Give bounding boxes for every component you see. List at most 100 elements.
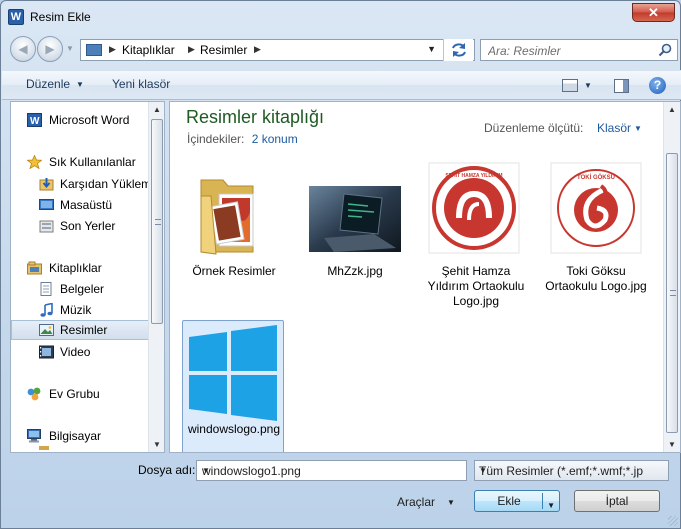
content-pane-scrollbar[interactable]: ▲ ▼ — [663, 102, 680, 452]
file-item-folder[interactable]: Örnek Resimler — [183, 160, 285, 280]
nav-item-computer[interactable]: Bilgisayar — [11, 426, 151, 446]
window-title: Resim Ekle — [30, 10, 91, 24]
desktop-icon — [39, 199, 54, 210]
scroll-up-arrow-icon[interactable]: ▲ — [149, 102, 164, 117]
new-folder-button[interactable]: Yeni klasör — [112, 77, 170, 91]
nav-item-pictures[interactable]: Resimler — [11, 320, 149, 340]
school-logo-thumbnail: TOKİ GÖKSU — [550, 162, 642, 254]
search-icon[interactable] — [658, 43, 672, 57]
chevron-down-icon[interactable]: ▼ — [202, 466, 461, 475]
documents-icon — [40, 282, 52, 296]
chevron-down-icon: ▼ — [447, 498, 455, 507]
star-icon — [27, 155, 42, 169]
file-item-toki-goksu-logo[interactable]: TOKİ GÖKSU Toki Göksu Ortaokulu Logo.jpg — [545, 160, 647, 325]
arrow-right-icon: ▶ — [45, 42, 55, 56]
homegroup-icon — [27, 387, 41, 401]
file-item-sehit-hamza-logo[interactable]: ŞEHİT HAMZA YILDIRIM Şehit Hamza Yıldırı… — [425, 160, 527, 325]
nav-item-favorites[interactable]: Sık Kullanılanlar — [11, 152, 151, 172]
nav-item-recent-places[interactable]: Son Yerler — [11, 216, 151, 236]
change-view-icon[interactable] — [562, 79, 578, 92]
nav-item-label: Bilgisayar — [49, 429, 102, 443]
filename-field[interactable]: windowslogo1.png ▼ — [196, 460, 467, 481]
libraries-icon — [27, 261, 42, 275]
svg-text:W: W — [30, 116, 40, 127]
drive-icon — [39, 446, 49, 450]
scroll-down-arrow-icon[interactable]: ▼ — [149, 437, 164, 452]
breadcrumb-pictures[interactable]: Resimler — [200, 43, 247, 57]
resize-grip[interactable] — [668, 516, 678, 526]
view-options-dropdown[interactable]: ▼ — [584, 81, 592, 90]
breadcrumb-separator-icon[interactable]: ▶ — [188, 44, 195, 55]
library-folder-icon — [86, 44, 102, 56]
organize-button[interactable]: Düzenle ▼ — [26, 77, 84, 91]
nav-item-video[interactable]: Video — [11, 342, 151, 362]
includes-locations-link[interactable]: 2 konum — [252, 132, 298, 146]
file-list-pane: Resimler kitaplığı İçindekiler: 2 konum … — [169, 101, 681, 453]
nav-item-downloads[interactable]: Karşıdan Yüklem — [11, 174, 151, 194]
split-divider — [542, 493, 543, 509]
address-bar[interactable]: ▶ Kitaplıklar ▶ Resimler ▶ ▼ — [80, 39, 475, 61]
file-name: Örnek Resimler — [192, 264, 276, 278]
nav-item-microsoft-word[interactable]: W Microsoft Word — [11, 110, 151, 130]
address-row: ◀ ▶ ▼ ▶ Kitaplıklar ▶ Resimler ▶ ▼ — [6, 35, 678, 65]
chevron-down-icon[interactable]: ▼ — [479, 466, 649, 475]
nav-item-libraries[interactable]: Kitaplıklar — [11, 258, 151, 278]
word-icon: W — [27, 113, 42, 127]
insert-label: Ekle — [497, 494, 521, 508]
file-item-mhzzk[interactable]: MhZzk.jpg — [304, 160, 406, 280]
arrange-by-label: Düzenleme ölçütü: — [484, 121, 584, 135]
file-item-windowslogo[interactable]: windowslogo.png — [182, 320, 284, 452]
word-app-icon: W — [8, 9, 24, 25]
tools-label: Araçlar — [397, 495, 436, 509]
preview-pane-icon[interactable] — [614, 79, 629, 93]
computer-icon — [27, 429, 41, 443]
nav-item-music[interactable]: Müzik — [11, 300, 151, 320]
back-button[interactable]: ◀ — [10, 36, 36, 62]
title-bar[interactable]: W Resim Ekle ✕ — [1, 1, 680, 33]
nav-item-label: Son Yerler — [60, 219, 116, 233]
nav-item-homegroup[interactable]: Ev Grubu — [11, 384, 151, 404]
arrange-by-dropdown[interactable]: Klasör — [597, 121, 631, 135]
file-name: MhZzk.jpg — [327, 264, 383, 278]
cancel-button[interactable]: İptal — [574, 490, 660, 512]
search-input[interactable] — [488, 43, 653, 58]
scroll-thumb[interactable] — [666, 153, 678, 433]
filename-label: Dosya adı: — [138, 463, 196, 477]
file-name: windowslogo.png — [187, 422, 281, 436]
scroll-down-arrow-icon[interactable]: ▼ — [664, 437, 680, 452]
scroll-up-arrow-icon[interactable]: ▲ — [664, 102, 680, 117]
file-name: Şehit Hamza Yıldırım Ortaokulu Logo.jpg — [427, 264, 525, 308]
nav-item-label: Ev Grubu — [49, 387, 100, 401]
scroll-thumb[interactable] — [151, 119, 163, 324]
logo-text: ŞEHİT HAMZA YILDIRIM — [445, 172, 502, 179]
nav-item-label: Müzik — [60, 303, 92, 317]
nav-item-label: Sık Kullanılanlar — [49, 155, 136, 169]
chevron-down-icon[interactable]: ▼ — [547, 496, 555, 516]
chevron-down-icon[interactable]: ▼ — [634, 124, 642, 133]
insert-button[interactable]: Ekle ▼ — [474, 490, 560, 512]
close-button[interactable]: ✕ — [632, 3, 675, 22]
tools-dropdown[interactable]: Araçlar ▼ — [397, 495, 455, 509]
breadcrumb-libraries[interactable]: Kitaplıklar — [122, 43, 175, 57]
command-toolbar: Düzenle ▼ Yeni klasör ▼ ? — [2, 70, 681, 100]
refresh-button[interactable] — [443, 39, 473, 61]
help-icon[interactable]: ? — [649, 77, 666, 94]
recent-pages-dropdown[interactable]: ▼ — [66, 44, 74, 53]
arrow-left-icon: ◀ — [18, 42, 28, 56]
nav-item-label: Video — [60, 345, 91, 359]
nav-item-label: Belgeler — [60, 282, 105, 296]
breadcrumb-separator-icon[interactable]: ▶ — [109, 44, 116, 55]
breadcrumb-separator-icon[interactable]: ▶ — [254, 44, 261, 55]
nav-pane-scrollbar[interactable]: ▲ ▼ — [148, 102, 164, 452]
search-box[interactable] — [480, 39, 678, 61]
address-history-dropdown[interactable]: ▼ — [427, 44, 436, 54]
nav-item-desktop[interactable]: Masaüstü — [11, 195, 151, 215]
nav-item-label: Kitaplıklar — [49, 261, 102, 275]
logo-text: TOKİ GÖKSU — [577, 174, 615, 181]
grip-icon — [155, 218, 161, 225]
laptop-photo-thumbnail — [309, 186, 401, 252]
filetype-select[interactable]: Tüm Resimler (*.emf;*.wmf;*.jp ▼ — [474, 460, 669, 481]
navigation-pane: W Microsoft Word Sık Kullanılanlar Karşı… — [10, 101, 165, 453]
nav-item-documents[interactable]: Belgeler — [11, 279, 151, 299]
forward-button[interactable]: ▶ — [37, 36, 63, 62]
